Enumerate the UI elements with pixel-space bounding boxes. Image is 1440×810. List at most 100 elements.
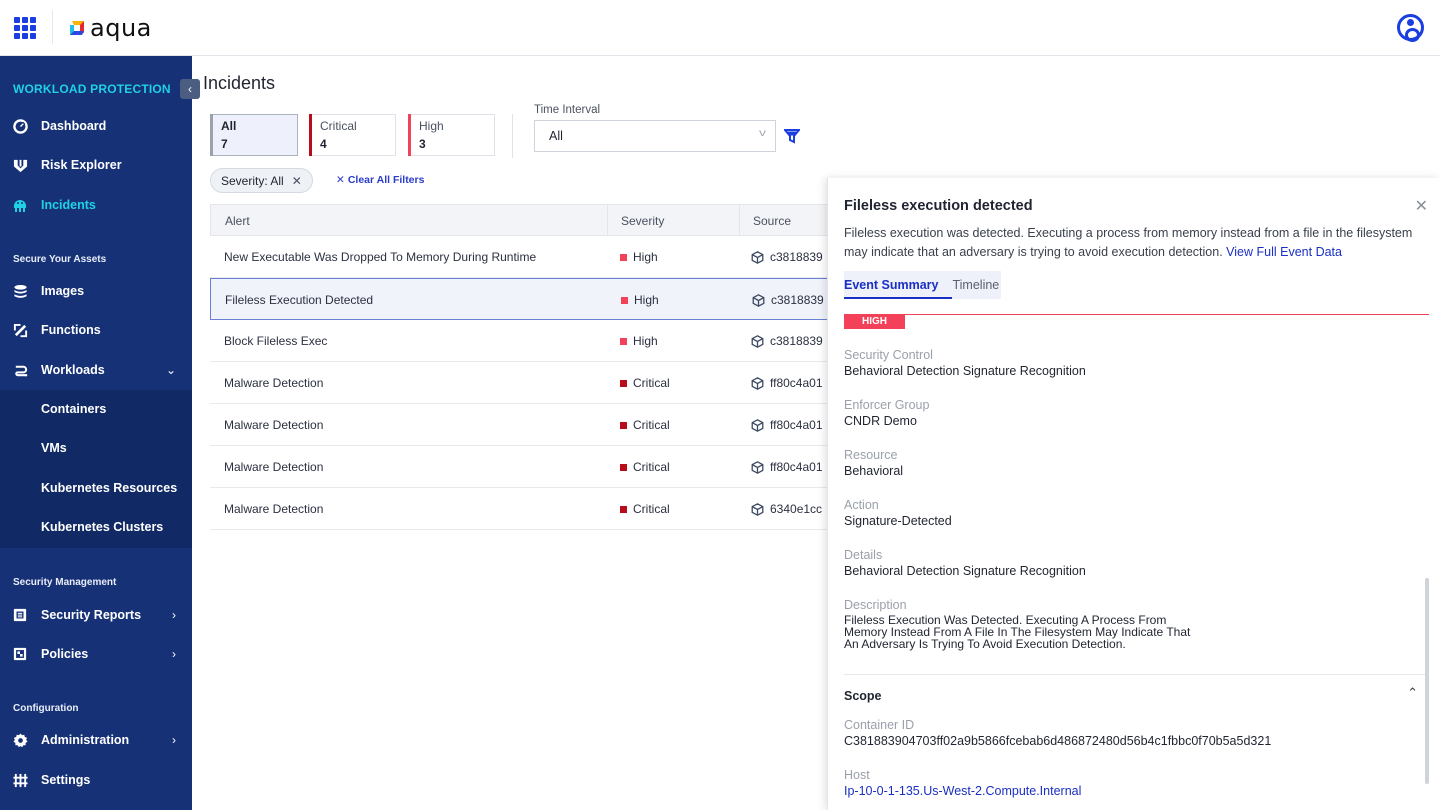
severity-card-label: Critical (320, 119, 357, 133)
severity-card-all[interactable]: All 7 (210, 114, 298, 156)
severity-indicator (620, 421, 627, 429)
source-cell: ff80c4a01 (751, 460, 823, 474)
field-description: Description Fileless Execution Was Detec… (844, 598, 1194, 650)
severity-indicator (620, 505, 627, 513)
sidebar-subitem-kubernetes-clusters[interactable]: Kubernetes Clusters (0, 508, 192, 546)
alert-name: New Executable Was Dropped To Memory Dur… (224, 250, 537, 264)
column-header-severity[interactable]: Severity (621, 214, 664, 228)
panel-description: Fileless execution was detected. Executi… (844, 224, 1434, 262)
alert-name: Malware Detection (224, 502, 324, 516)
severity-label: High (633, 250, 658, 264)
incidents-table: Alert Severity Source New Executable Was… (210, 204, 840, 530)
clear-all-filters-link[interactable]: ✕ Clear All Filters (336, 174, 424, 186)
time-interval-select[interactable]: All v (534, 120, 776, 152)
field-resource: Resource Behavioral (844, 448, 903, 478)
field-security-control: Security Control Behavioral Detection Si… (844, 348, 1086, 378)
severity-card-critical[interactable]: Critical 4 (309, 114, 396, 156)
table-row[interactable]: Malware Detection Critical ff80c4a01 (210, 362, 840, 404)
container-icon (751, 334, 764, 348)
filter-icon[interactable] (784, 128, 800, 144)
table-row[interactable]: Malware Detection Critical ff80c4a01 (210, 404, 840, 446)
tab-event-summary[interactable]: Event Summary (844, 271, 953, 299)
severity-label: High (633, 334, 658, 348)
incidents-icon (12, 197, 28, 213)
source-cell: 6340e1cc (751, 502, 822, 516)
field-value: C381883904703ff02a9b5866fcebab6d48687248… (844, 734, 1272, 748)
table-row[interactable]: Malware Detection Critical 6340e1cc (210, 488, 840, 530)
sidebar-item-label: Kubernetes Clusters (41, 520, 164, 534)
source-cell: ff80c4a01 (751, 376, 823, 390)
severity-cell: Critical (620, 502, 670, 516)
severity-divider (844, 314, 1429, 315)
scope-section-title[interactable]: Scope (844, 689, 882, 703)
close-icon[interactable]: ✕ (292, 174, 302, 188)
table-row[interactable]: Block Fileless Exec High c3818839 (210, 320, 840, 362)
sidebar-item-label: Risk Explorer (41, 158, 122, 172)
sidebar-item-incidents[interactable]: Incidents (0, 186, 192, 224)
policies-icon (12, 646, 28, 662)
sidebar-item-functions[interactable]: Functions (0, 311, 192, 349)
table-row[interactable]: Fileless Execution Detected High c381883… (210, 278, 840, 320)
chevron-up-icon[interactable]: ⌃ (1407, 685, 1418, 701)
severity-indicator (621, 296, 628, 304)
close-icon: ✕ (336, 174, 345, 186)
user-icon[interactable] (1397, 14, 1424, 42)
view-full-event-data-link[interactable]: View Full Event Data (1226, 245, 1342, 259)
severity-indicator (620, 337, 627, 345)
severity-indicator (620, 253, 627, 261)
sidebar-subitem-kubernetes-resources[interactable]: Kubernetes Resources (0, 469, 192, 507)
severity-card-high[interactable]: High 3 (408, 114, 495, 156)
severity-cell: High (620, 250, 658, 264)
table-row[interactable]: New Executable Was Dropped To Memory Dur… (210, 236, 840, 278)
time-interval-value: All (549, 129, 563, 143)
severity-label: Critical (633, 376, 670, 390)
severity-cell: Critical (620, 460, 670, 474)
severity-cell: High (621, 293, 659, 307)
alert-name: Fileless Execution Detected (225, 293, 374, 307)
source-id: ff80c4a01 (770, 460, 823, 474)
sidebar-item-settings[interactable]: Settings (0, 761, 192, 799)
sidebar-item-policies[interactable]: Policies › (0, 635, 192, 673)
sidebar-item-label: Security Reports (41, 608, 142, 622)
column-header-source[interactable]: Source (753, 214, 791, 228)
chevron-right-icon: › (172, 733, 176, 747)
sidebar-item-images[interactable]: Images (0, 272, 192, 310)
tab-timeline[interactable]: Timeline (952, 271, 1002, 299)
sidebar-item-administration[interactable]: Administration › (0, 721, 192, 759)
field-label: Resource (844, 448, 898, 462)
panel-title: Fileless execution detected (844, 198, 1033, 214)
images-icon (12, 283, 28, 299)
sidebar-subitem-containers[interactable]: Containers (0, 390, 192, 428)
workloads-submenu: Containers VMs Kubernetes Resources Kube… (0, 390, 192, 548)
container-icon (751, 418, 764, 432)
severity-card-label: High (419, 119, 444, 133)
dashboard-icon (12, 118, 28, 134)
severity-filter-chip[interactable]: Severity: All ✕ (210, 168, 313, 193)
sidebar-item-label: Settings (41, 773, 91, 787)
report-icon (12, 607, 28, 623)
sidebar-item-risk-explorer[interactable]: Risk Explorer (0, 146, 192, 184)
column-header-alert[interactable]: Alert (225, 214, 250, 228)
sidebar-item-label: VMs (41, 441, 67, 455)
alert-name: Malware Detection (224, 460, 324, 474)
divider (52, 10, 53, 44)
sidebar-item-security-reports[interactable]: Security Reports › (0, 596, 192, 634)
container-icon (752, 293, 765, 307)
severity-card-count: 3 (419, 137, 426, 151)
alert-name: Malware Detection (224, 418, 324, 432)
sidebar-item-workloads[interactable]: Workloads ⌄ (0, 351, 192, 389)
sidebar-subitem-vms[interactable]: VMs (0, 429, 192, 467)
source-id: c3818839 (771, 293, 824, 307)
severity-cell: High (620, 334, 658, 348)
sidebar-item-dashboard[interactable]: Dashboard (0, 107, 192, 145)
close-icon[interactable]: ✕ (1415, 196, 1428, 216)
apps-grid-icon[interactable] (14, 17, 36, 39)
host-link[interactable]: Ip-10-0-1-135.Us-West-2.Compute.Internal (844, 784, 1081, 798)
collapse-sidebar-button[interactable]: ‹ (180, 79, 200, 99)
aqua-logo[interactable]: aqua (68, 14, 152, 42)
severity-label: Critical (633, 418, 670, 432)
panel-scrollbar[interactable] (1425, 578, 1429, 784)
chevron-down-icon: v (759, 128, 766, 139)
table-row[interactable]: Malware Detection Critical ff80c4a01 (210, 446, 840, 488)
field-enforcer-group: Enforcer Group CNDR Demo (844, 398, 929, 428)
